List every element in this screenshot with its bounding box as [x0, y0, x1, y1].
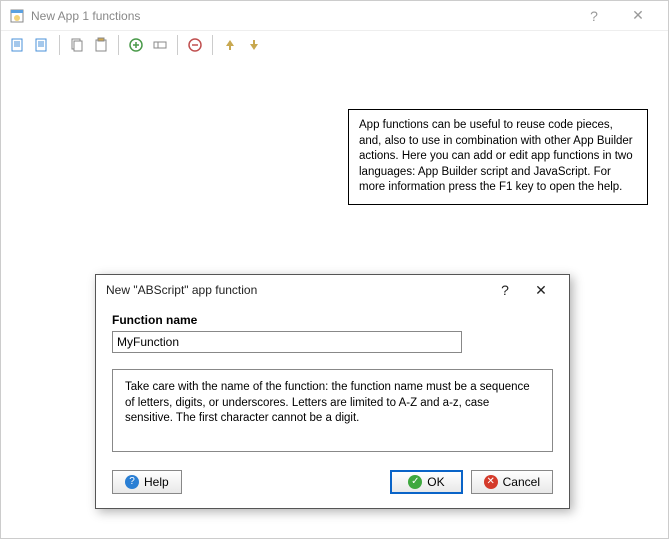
cancel-button[interactable]: ✕ Cancel — [471, 470, 553, 494]
function-name-note: Take care with the name of the function:… — [112, 369, 553, 452]
toolbar-separator — [118, 35, 119, 55]
move-up-button[interactable] — [219, 34, 241, 56]
help-button-label: Help — [144, 475, 169, 489]
function-name-input[interactable] — [112, 331, 462, 353]
paste-button[interactable] — [90, 34, 112, 56]
check-icon: ✓ — [408, 475, 422, 489]
note-text: Take care with the name of the function:… — [125, 381, 530, 424]
rename-button[interactable] — [149, 34, 171, 56]
help-button[interactable]: ? Help — [112, 470, 182, 494]
help-icon: ? — [125, 475, 139, 489]
ok-button[interactable]: ✓ OK — [390, 470, 462, 494]
window-titlebar: New App 1 functions ? ✕ — [1, 1, 668, 31]
cancel-button-label: Cancel — [503, 475, 540, 489]
ok-button-label: OK — [427, 475, 444, 489]
dialog-close-button[interactable]: ✕ — [523, 275, 559, 305]
move-down-button[interactable] — [243, 34, 265, 56]
toolbar — [1, 31, 668, 59]
edit-script-button[interactable] — [31, 34, 53, 56]
new-script-button[interactable] — [7, 34, 29, 56]
dialog-title: New "ABScript" app function — [106, 283, 487, 297]
window-help-button[interactable]: ? — [572, 1, 616, 31]
delete-button[interactable] — [184, 34, 206, 56]
window-title: New App 1 functions — [31, 9, 572, 23]
toolbar-separator — [59, 35, 60, 55]
content-area: App functions can be useful to reuse cod… — [1, 59, 668, 538]
info-box: App functions can be useful to reuse cod… — [348, 109, 648, 205]
dialog-titlebar: New "ABScript" app function ? ✕ — [96, 275, 569, 305]
window-close-button[interactable]: ✕ — [616, 1, 660, 31]
copy-button[interactable] — [66, 34, 88, 56]
info-text: App functions can be useful to reuse cod… — [359, 119, 633, 193]
app-icon — [9, 8, 25, 24]
dialog-new-function: New "ABScript" app function ? ✕ Function… — [95, 274, 570, 509]
toolbar-separator — [177, 35, 178, 55]
add-button[interactable] — [125, 34, 147, 56]
close-icon: ✕ — [484, 475, 498, 489]
toolbar-separator — [212, 35, 213, 55]
dialog-help-button[interactable]: ? — [487, 275, 523, 305]
function-name-label: Function name — [112, 313, 553, 327]
